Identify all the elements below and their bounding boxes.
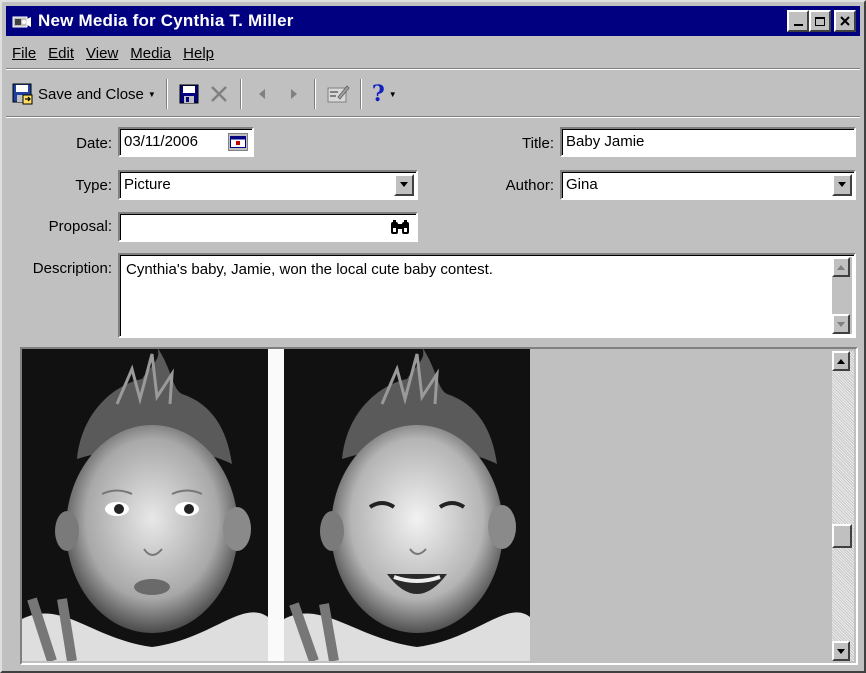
binoculars-icon [391,220,409,234]
save-and-close-label: Save and Close [38,85,144,103]
properties-button[interactable] [322,79,354,109]
minimize-icon [793,24,803,26]
title-label: Title: [464,135,554,152]
description-scroll-up-button[interactable] [832,257,850,277]
author-dropdown-button[interactable] [832,174,852,196]
date-label: Date: [22,135,112,152]
title-input[interactable]: Baby Jamie [560,127,856,157]
media-app-icon [12,13,32,29]
menu-edit-label: Edit [48,44,75,62]
help-button[interactable]: ? ▼ [368,79,401,109]
chevron-down-icon [837,321,845,327]
next-button[interactable] [278,79,308,109]
help-icon: ? [371,81,385,107]
window-title: New Media for Cynthia T. Miller [38,11,294,30]
delete-icon [210,86,227,102]
properties-icon [327,85,350,103]
save-dropdown-icon[interactable]: ▼ [148,90,156,99]
chevron-down-icon [400,182,408,187]
type-value: Picture [124,176,171,193]
menu-view-label: View [86,44,119,62]
description-value: Cynthia's baby, Jamie, won the local cut… [126,261,493,278]
menu-help-label: Help [183,44,214,62]
type-label-text: Type: [75,177,112,194]
minimize-button[interactable] [787,10,809,32]
chevron-down-icon [837,648,845,654]
chevron-down-icon [838,182,846,187]
proposal-label: Proposal: [22,218,112,235]
proposal-label-text: Proposal: [48,218,112,235]
close-icon [840,16,850,26]
type-label: Type: [22,177,112,194]
menu-file[interactable]: File [12,45,36,62]
calendar-button[interactable] [228,133,248,151]
description-label-text: Description: [32,260,112,277]
image-scroll-up-button[interactable] [832,351,850,371]
menu-view[interactable]: View [86,45,118,62]
menu-help[interactable]: Help [183,45,214,62]
media-window: New Media for Cynthia T. Miller File Edi… [0,0,866,673]
help-dropdown-icon[interactable]: ▼ [389,90,397,99]
title-label-text: Title: [522,135,554,152]
maximize-button[interactable] [809,10,831,32]
proposal-input[interactable] [118,212,418,242]
date-value: 03/11/2006 [124,133,198,150]
save-close-icon [12,83,33,105]
author-select[interactable]: Gina [560,170,856,200]
save-button[interactable] [174,79,204,109]
image-scroll-thumb[interactable] [832,524,852,548]
previous-icon [258,89,265,99]
date-label-text: Date: [76,135,112,152]
description-scroll-down-button[interactable] [832,314,850,334]
proposal-search-button[interactable] [390,219,410,239]
delete-button[interactable] [204,79,234,109]
type-dropdown-button[interactable] [394,174,414,196]
image-scroll-down-button[interactable] [832,641,850,661]
author-label: Author: [464,177,554,194]
image-scrollbar[interactable] [832,351,854,661]
next-icon [290,89,297,99]
description-scrollbar[interactable] [832,257,852,334]
menu-media-label: Media [130,44,172,62]
menu-media[interactable]: Media [130,45,171,62]
baby-photo [22,349,530,661]
media-image-viewer[interactable] [20,347,858,665]
chevron-up-icon [837,264,845,270]
calendar-icon [230,136,246,148]
close-button[interactable] [834,10,856,32]
toolbar-separator [239,79,242,109]
save-icon [179,84,199,104]
menu-separator [6,68,860,70]
previous-button[interactable] [248,79,278,109]
title-bar[interactable]: New Media for Cynthia T. Miller [6,6,860,36]
toolbar-separator-line [6,116,860,118]
author-value: Gina [566,176,598,193]
save-and-close-button[interactable]: Save and Close ▼ [8,79,160,109]
toolbar-separator [165,79,168,109]
toolbar-separator [313,79,316,109]
menu-file-label: File [12,44,37,62]
chevron-up-icon [837,358,845,364]
description-label: Description: [8,260,112,277]
author-label-text: Author: [505,177,554,194]
maximize-icon [815,16,825,26]
date-field[interactable]: 03/11/2006 [118,127,254,157]
toolbar-separator [359,79,362,109]
title-value: Baby Jamie [566,133,645,150]
type-select[interactable]: Picture [118,170,418,200]
toolbar: Save and Close ▼ ? ▼ [8,74,858,114]
description-textarea[interactable]: Cynthia's baby, Jamie, won the local cut… [118,253,856,338]
menu-bar: File Edit View Media Help [12,40,226,66]
menu-edit[interactable]: Edit [48,45,74,62]
